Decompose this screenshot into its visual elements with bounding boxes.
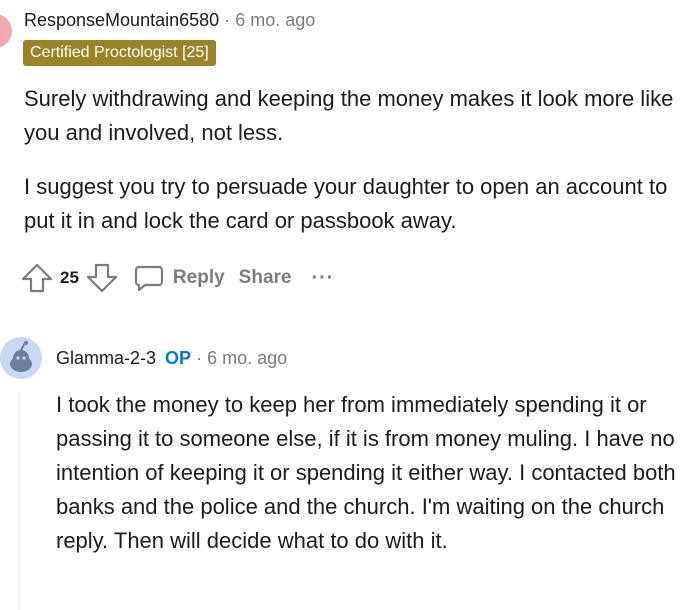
comment-body: Surely withdrawing and keeping the money…	[24, 82, 674, 258]
share-button[interactable]: Share	[239, 267, 292, 289]
meta-separator: ·	[196, 348, 203, 368]
upvote-icon[interactable]	[20, 261, 54, 295]
commenter-avatar[interactable]	[0, 14, 12, 48]
user-flair: Certified Proctologist [25]	[23, 40, 216, 66]
reply-label: Reply	[172, 267, 225, 288]
comment-paragraph: Surely withdrawing and keeping the money…	[24, 86, 674, 145]
share-label: Share	[238, 267, 292, 288]
comment-action-bar: 25 Reply Share ···	[20, 258, 334, 298]
meta-separator: ·	[224, 10, 231, 30]
snoo-avatar-icon[interactable]	[0, 337, 42, 379]
comment-paragraph: I took the money to keep her from immedi…	[56, 392, 676, 553]
downvote-icon[interactable]	[85, 261, 119, 295]
username-link[interactable]: Glamma-2-3	[56, 348, 156, 368]
thread-line[interactable]	[18, 392, 20, 610]
comment-paragraph: I suggest you try to persuade your daugh…	[24, 174, 668, 233]
comment-header: ResponseMountain6580 · 6 mo. ago	[24, 8, 315, 32]
more-options-icon[interactable]: ···	[311, 267, 334, 290]
vote-count: 25	[60, 268, 79, 287]
comment-body: I took the money to keep her from immedi…	[56, 388, 696, 558]
comment-timestamp[interactable]: 6 mo. ago	[207, 348, 287, 368]
reply-button[interactable]: Reply	[133, 262, 225, 294]
comment-header: Glamma-2-3 OP · 6 mo. ago	[56, 346, 287, 370]
username-link[interactable]: ResponseMountain6580	[24, 10, 219, 30]
comment-bubble-icon	[133, 262, 165, 294]
comment-timestamp[interactable]: 6 mo. ago	[235, 10, 315, 30]
op-badge: OP	[165, 348, 192, 368]
